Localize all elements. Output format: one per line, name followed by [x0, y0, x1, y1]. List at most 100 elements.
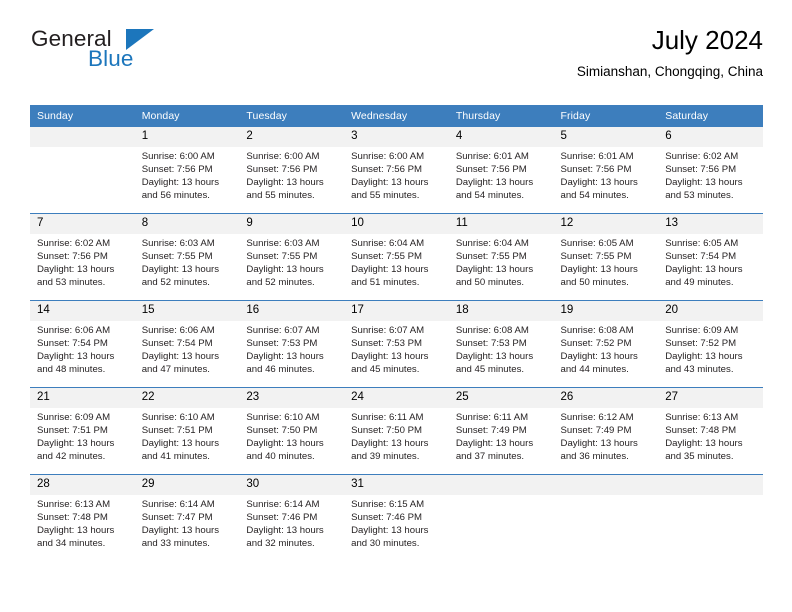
day-cell[interactable]: 25 Sunrise: 6:11 AM Sunset: 7:49 PM Dayl… [448, 387, 554, 475]
day-cell[interactable]: 30 Sunrise: 6:14 AM Sunset: 7:46 PM Dayl… [239, 474, 345, 561]
day-cell[interactable]: 21 Sunrise: 6:09 AM Sunset: 7:51 PM Dayl… [30, 387, 135, 475]
day-cell[interactable]: 10 Sunrise: 6:04 AM Sunset: 7:55 PM Dayl… [344, 213, 449, 301]
day-number: 26 [553, 388, 659, 408]
day-info: Sunrise: 6:12 AM Sunset: 7:49 PM Dayligh… [554, 408, 659, 474]
day-number: 6 [658, 127, 763, 147]
day-number: 4 [448, 127, 554, 147]
sunrise-text: Sunrise: 6:04 AM [351, 238, 425, 249]
sunset-text: Sunset: 7:47 PM [141, 512, 213, 524]
sunrise-text: Sunrise: 6:06 AM [37, 325, 111, 336]
day-info: Sunrise: 6:01 AM Sunset: 7:56 PM Dayligh… [449, 147, 554, 213]
day-cell[interactable]: 22 Sunrise: 6:10 AM Sunset: 7:51 PM Dayl… [134, 387, 240, 475]
day-cell[interactable]: 12 Sunrise: 6:05 AM Sunset: 7:55 PM Dayl… [553, 213, 659, 301]
sunrise-text: Sunrise: 6:01 AM [560, 151, 634, 162]
day-info: Sunrise: 6:00 AM Sunset: 7:56 PM Dayligh… [239, 147, 344, 213]
sunrise-text: Sunrise: 6:08 AM [560, 325, 634, 336]
daylight-text-line1: Daylight: 13 hours [351, 351, 429, 363]
day-cell[interactable]: 2 Sunrise: 6:00 AM Sunset: 7:56 PM Dayli… [239, 127, 345, 214]
day-cell[interactable]: 3 Sunrise: 6:00 AM Sunset: 7:56 PM Dayli… [344, 127, 449, 214]
day-info: Sunrise: 6:00 AM Sunset: 7:56 PM Dayligh… [135, 147, 240, 213]
day-info: Sunrise: 6:04 AM Sunset: 7:55 PM Dayligh… [344, 234, 449, 300]
day-cell[interactable] [448, 474, 554, 561]
calendar-week-row: 21 Sunrise: 6:09 AM Sunset: 7:51 PM Dayl… [30, 387, 763, 475]
day-number: 28 [30, 475, 135, 495]
page-title: July 2024 [651, 25, 763, 55]
day-number: 1 [134, 127, 240, 147]
daylight-text-line2: and 50 minutes. [560, 277, 629, 289]
day-info [554, 495, 659, 561]
sunrise-text: Sunrise: 6:13 AM [37, 499, 111, 510]
daylight-text-line1: Daylight: 13 hours [455, 177, 534, 189]
sunrise-text: Sunrise: 6:10 AM [246, 412, 320, 423]
day-number [553, 475, 659, 495]
day-cell[interactable]: 31 Sunrise: 6:15 AM Sunset: 7:46 PM Dayl… [344, 474, 449, 561]
daylight-text-line2: and 47 minutes. [141, 364, 210, 376]
sunrise-text: Sunrise: 6:10 AM [141, 412, 215, 423]
day-info: Sunrise: 6:14 AM Sunset: 7:46 PM Dayligh… [239, 495, 344, 561]
day-cell[interactable]: 28 Sunrise: 6:13 AM Sunset: 7:48 PM Dayl… [30, 474, 135, 561]
day-cell[interactable]: 20 Sunrise: 6:09 AM Sunset: 7:52 PM Dayl… [658, 300, 763, 388]
day-cell[interactable]: 4 Sunrise: 6:01 AM Sunset: 7:56 PM Dayli… [448, 127, 554, 214]
sunset-text: Sunset: 7:49 PM [560, 425, 632, 437]
daylight-text-line2: and 53 minutes. [37, 277, 106, 289]
calendar-header-row: Sunday Monday Tuesday Wednesday Thursday… [30, 105, 763, 127]
day-cell[interactable]: 13 Sunrise: 6:05 AM Sunset: 7:54 PM Dayl… [658, 213, 763, 301]
day-info [449, 495, 554, 561]
daylight-text-line1: Daylight: 13 hours [665, 264, 743, 276]
day-cell[interactable]: 27 Sunrise: 6:13 AM Sunset: 7:48 PM Dayl… [658, 387, 763, 475]
day-cell[interactable]: 11 Sunrise: 6:04 AM Sunset: 7:55 PM Dayl… [448, 213, 554, 301]
weekday-header-wednesday: Wednesday [344, 105, 449, 127]
sunrise-text: Sunrise: 6:13 AM [665, 412, 739, 423]
day-cell[interactable]: 24 Sunrise: 6:11 AM Sunset: 7:50 PM Dayl… [344, 387, 449, 475]
day-cell[interactable]: 7 Sunrise: 6:02 AM Sunset: 7:56 PM Dayli… [30, 213, 135, 301]
sunrise-text: Sunrise: 6:09 AM [37, 412, 111, 423]
day-cell[interactable] [553, 474, 659, 561]
day-cell[interactable]: 26 Sunrise: 6:12 AM Sunset: 7:49 PM Dayl… [553, 387, 659, 475]
day-cell[interactable]: 16 Sunrise: 6:07 AM Sunset: 7:53 PM Dayl… [239, 300, 345, 388]
title-block: July 2024 Simianshan, Chongqing, China [576, 25, 763, 79]
day-cell[interactable]: 17 Sunrise: 6:07 AM Sunset: 7:53 PM Dayl… [344, 300, 449, 388]
day-info: Sunrise: 6:01 AM Sunset: 7:56 PM Dayligh… [554, 147, 659, 213]
daylight-text-line1: Daylight: 13 hours [246, 525, 324, 537]
day-cell[interactable]: 19 Sunrise: 6:08 AM Sunset: 7:52 PM Dayl… [553, 300, 659, 388]
daylight-text-line1: Daylight: 13 hours [351, 264, 429, 276]
day-cell[interactable]: 1 Sunrise: 6:00 AM Sunset: 7:56 PM Dayli… [134, 127, 240, 214]
day-cell[interactable] [658, 474, 763, 561]
sunrise-text: Sunrise: 6:04 AM [455, 238, 529, 249]
day-cell[interactable]: 23 Sunrise: 6:10 AM Sunset: 7:50 PM Dayl… [239, 387, 345, 475]
sunset-text: Sunset: 7:52 PM [560, 338, 632, 350]
sunset-text: Sunset: 7:52 PM [665, 338, 737, 350]
day-number: 29 [134, 475, 240, 495]
sunset-text: Sunset: 7:51 PM [141, 425, 213, 437]
day-cell[interactable]: 29 Sunrise: 6:14 AM Sunset: 7:47 PM Dayl… [134, 474, 240, 561]
calendar-body: 1 Sunrise: 6:00 AM Sunset: 7:56 PM Dayli… [30, 127, 763, 561]
day-cell[interactable]: 18 Sunrise: 6:08 AM Sunset: 7:53 PM Dayl… [448, 300, 554, 388]
day-cell[interactable]: 15 Sunrise: 6:06 AM Sunset: 7:54 PM Dayl… [134, 300, 240, 388]
day-info: Sunrise: 6:09 AM Sunset: 7:51 PM Dayligh… [30, 408, 135, 474]
day-number: 24 [344, 388, 449, 408]
sunset-text: Sunset: 7:54 PM [141, 338, 213, 350]
daylight-text-line1: Daylight: 13 hours [455, 351, 534, 363]
day-number: 9 [239, 214, 345, 234]
daylight-text-line1: Daylight: 13 hours [246, 351, 324, 363]
sunrise-text: Sunrise: 6:14 AM [246, 499, 320, 510]
day-cell[interactable]: 5 Sunrise: 6:01 AM Sunset: 7:56 PM Dayli… [553, 127, 659, 214]
daylight-text-line1: Daylight: 13 hours [560, 264, 638, 276]
day-number [30, 127, 135, 147]
day-number: 25 [448, 388, 554, 408]
daylight-text-line2: and 49 minutes. [665, 277, 734, 289]
day-cell[interactable]: 9 Sunrise: 6:03 AM Sunset: 7:55 PM Dayli… [239, 213, 345, 301]
brand-logo[interactable]: General Blue [30, 26, 250, 86]
daylight-text-line1: Daylight: 13 hours [665, 438, 743, 450]
day-number: 18 [448, 301, 554, 321]
weekday-header-friday: Friday [553, 105, 659, 127]
day-number: 3 [344, 127, 449, 147]
calendar-table: Sunday Monday Tuesday Wednesday Thursday… [30, 105, 763, 561]
day-cell[interactable]: 6 Sunrise: 6:02 AM Sunset: 7:56 PM Dayli… [658, 127, 763, 214]
daylight-text-line1: Daylight: 13 hours [560, 177, 638, 189]
day-cell[interactable]: 8 Sunrise: 6:03 AM Sunset: 7:55 PM Dayli… [134, 213, 240, 301]
page-subtitle: Simianshan, Chongqing, China [576, 63, 763, 79]
weekday-header-tuesday: Tuesday [239, 105, 345, 127]
day-cell[interactable]: 14 Sunrise: 6:06 AM Sunset: 7:54 PM Dayl… [30, 300, 135, 388]
day-cell[interactable] [30, 127, 135, 214]
